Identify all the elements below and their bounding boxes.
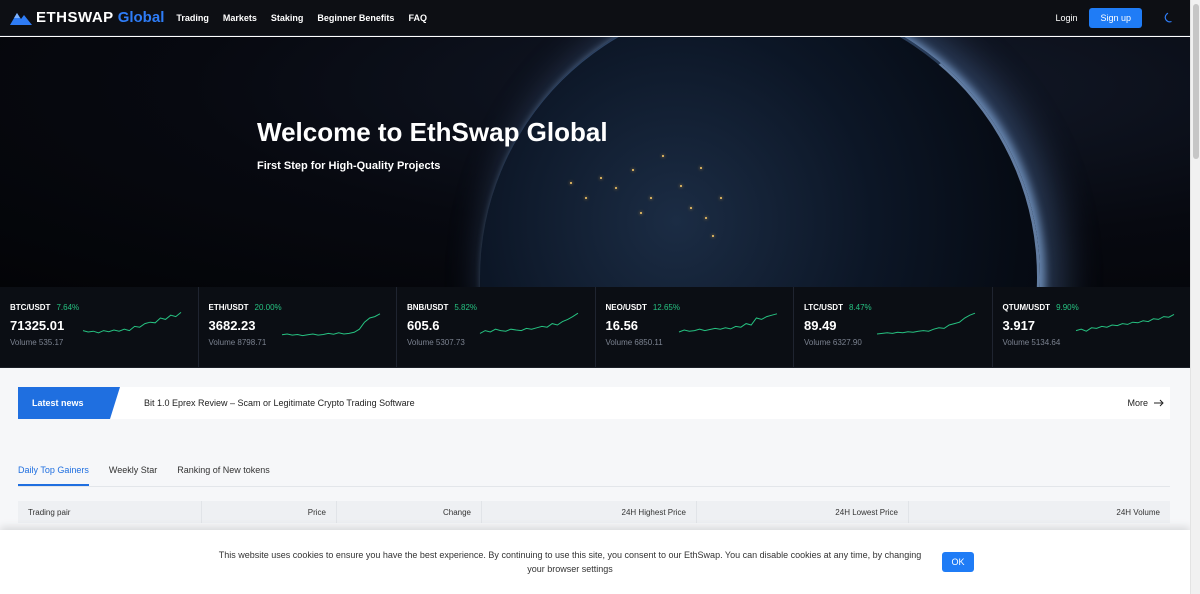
logo-name: ETHSWAP <box>36 9 114 26</box>
sparkline-path <box>82 312 182 334</box>
nav-beginner-benefits[interactable]: Beginner Benefits <box>317 13 394 23</box>
ticker-change: 8.47% <box>848 303 872 312</box>
gainers-tabs: Daily Top Gainers Weekly Star Ranking of… <box>18 465 1170 487</box>
ticker-pair: NEO/USDT <box>605 303 647 312</box>
ticker-bnb[interactable]: BNB/USDT 5.82% 605.6 Volume 5307.73 <box>397 287 596 367</box>
ticker-change: 7.64% <box>56 303 80 312</box>
tab-weekly-star[interactable]: Weekly Star <box>109 465 157 486</box>
sparkline-path <box>281 313 380 337</box>
nav-staking[interactable]: Staking <box>271 13 304 23</box>
sparkline-path <box>876 312 976 335</box>
col-price[interactable]: Price <box>202 501 337 523</box>
latest-news-badge: Latest news <box>18 387 120 419</box>
ticker-sparkline <box>479 312 579 334</box>
logo-mountain-icon <box>10 11 32 25</box>
more-label: More <box>1127 398 1148 408</box>
main-nav: Trading Markets Staking Beginner Benefit… <box>176 13 427 23</box>
col-24h-low[interactable]: 24H Lowest Price <box>697 501 909 523</box>
ticker-btc[interactable]: BTC/USDT 7.64% 71325.01 Volume 535.17 <box>0 287 199 367</box>
cookie-message: This website uses cookies to ensure you … <box>218 550 922 574</box>
logo-sub: Global <box>117 9 165 26</box>
logo[interactable]: ETHSWAP Global <box>10 9 164 26</box>
sparkline-path <box>479 312 579 334</box>
sparkline-path <box>678 313 777 333</box>
login-link[interactable]: Login <box>1055 13 1077 23</box>
ticker-qtum[interactable]: QTUM/USDT 9.90% 3.917 Volume 5134.64 <box>993 287 1191 367</box>
ticker-pair: BNB/USDT <box>407 303 449 312</box>
ticker-neo[interactable]: NEO/USDT 12.65% 16.56 Volume 6850.11 <box>596 287 794 367</box>
col-24h-volume[interactable]: 24H Volume <box>909 501 1170 523</box>
hero-subtitle: First Step for High-Quality Projects <box>257 160 441 172</box>
ticker-eth[interactable]: ETH/USDT 20.00% 3682.23 Volume 8798.71 <box>199 287 397 367</box>
arrow-right-icon <box>1154 399 1164 407</box>
page-scrollbar[interactable] <box>1190 0 1200 594</box>
ticker-ltc[interactable]: LTC/USDT 8.47% 89.49 Volume 6327.90 <box>794 287 993 367</box>
earth-atmosphere <box>480 37 1040 287</box>
news-headline-link[interactable]: Bit 1.0 Eprex Review – Scam or Legitimat… <box>144 398 415 408</box>
ticker-change: 5.82% <box>454 303 478 312</box>
hero-title: Welcome to EthSwap Global <box>257 117 608 147</box>
tab-ranking-new-tokens[interactable]: Ranking of New tokens <box>177 465 270 486</box>
market-ticker-strip: BTC/USDT 7.64% 71325.01 Volume 535.17 ETH… <box>0 287 1190 368</box>
ticker-pair: BTC/USDT <box>10 303 51 312</box>
ticker-pair: QTUM/USDT <box>1002 303 1051 312</box>
top-navigation-bar: ETHSWAP Global Trading Markets Staking B… <box>0 0 1190 36</box>
col-trading-pair[interactable]: Trading pair <box>18 501 202 523</box>
signup-button[interactable]: Sign up <box>1089 7 1142 28</box>
ticker-change: 12.65% <box>652 303 680 312</box>
sparkline-path <box>1075 313 1174 332</box>
tab-daily-top-gainers[interactable]: Daily Top Gainers <box>18 465 89 486</box>
table-header: Trading pair Price Change 24H Highest Pr… <box>18 501 1170 523</box>
ticker-sparkline <box>678 313 777 333</box>
hero-banner: Welcome to EthSwap Global First Step for… <box>0 37 1190 287</box>
cookie-consent-banner: This website uses cookies to ensure you … <box>0 530 1190 594</box>
cookie-ok-button[interactable]: OK <box>942 552 974 572</box>
nav-trading[interactable]: Trading <box>176 13 209 23</box>
col-24h-high[interactable]: 24H Highest Price <box>482 501 697 523</box>
ticker-pair: ETH/USDT <box>208 303 249 312</box>
header-actions: Login Sign up <box>1055 7 1180 28</box>
latest-news-bar: Latest news Bit 1.0 Eprex Review – Scam … <box>18 387 1170 419</box>
ticker-sparkline <box>281 313 380 337</box>
dark-mode-moon-icon[interactable] <box>1162 11 1176 25</box>
ticker-sparkline <box>876 312 976 335</box>
scrollbar-thumb[interactable] <box>1193 4 1199 159</box>
ticker-pair: LTC/USDT <box>804 303 843 312</box>
nav-faq[interactable]: FAQ <box>408 13 427 23</box>
col-change[interactable]: Change <box>337 501 482 523</box>
more-news-link[interactable]: More <box>1127 398 1164 408</box>
ticker-sparkline <box>82 312 182 334</box>
ticker-sparkline <box>1075 313 1174 332</box>
nav-markets[interactable]: Markets <box>223 13 257 23</box>
ticker-change: 20.00% <box>254 303 282 312</box>
